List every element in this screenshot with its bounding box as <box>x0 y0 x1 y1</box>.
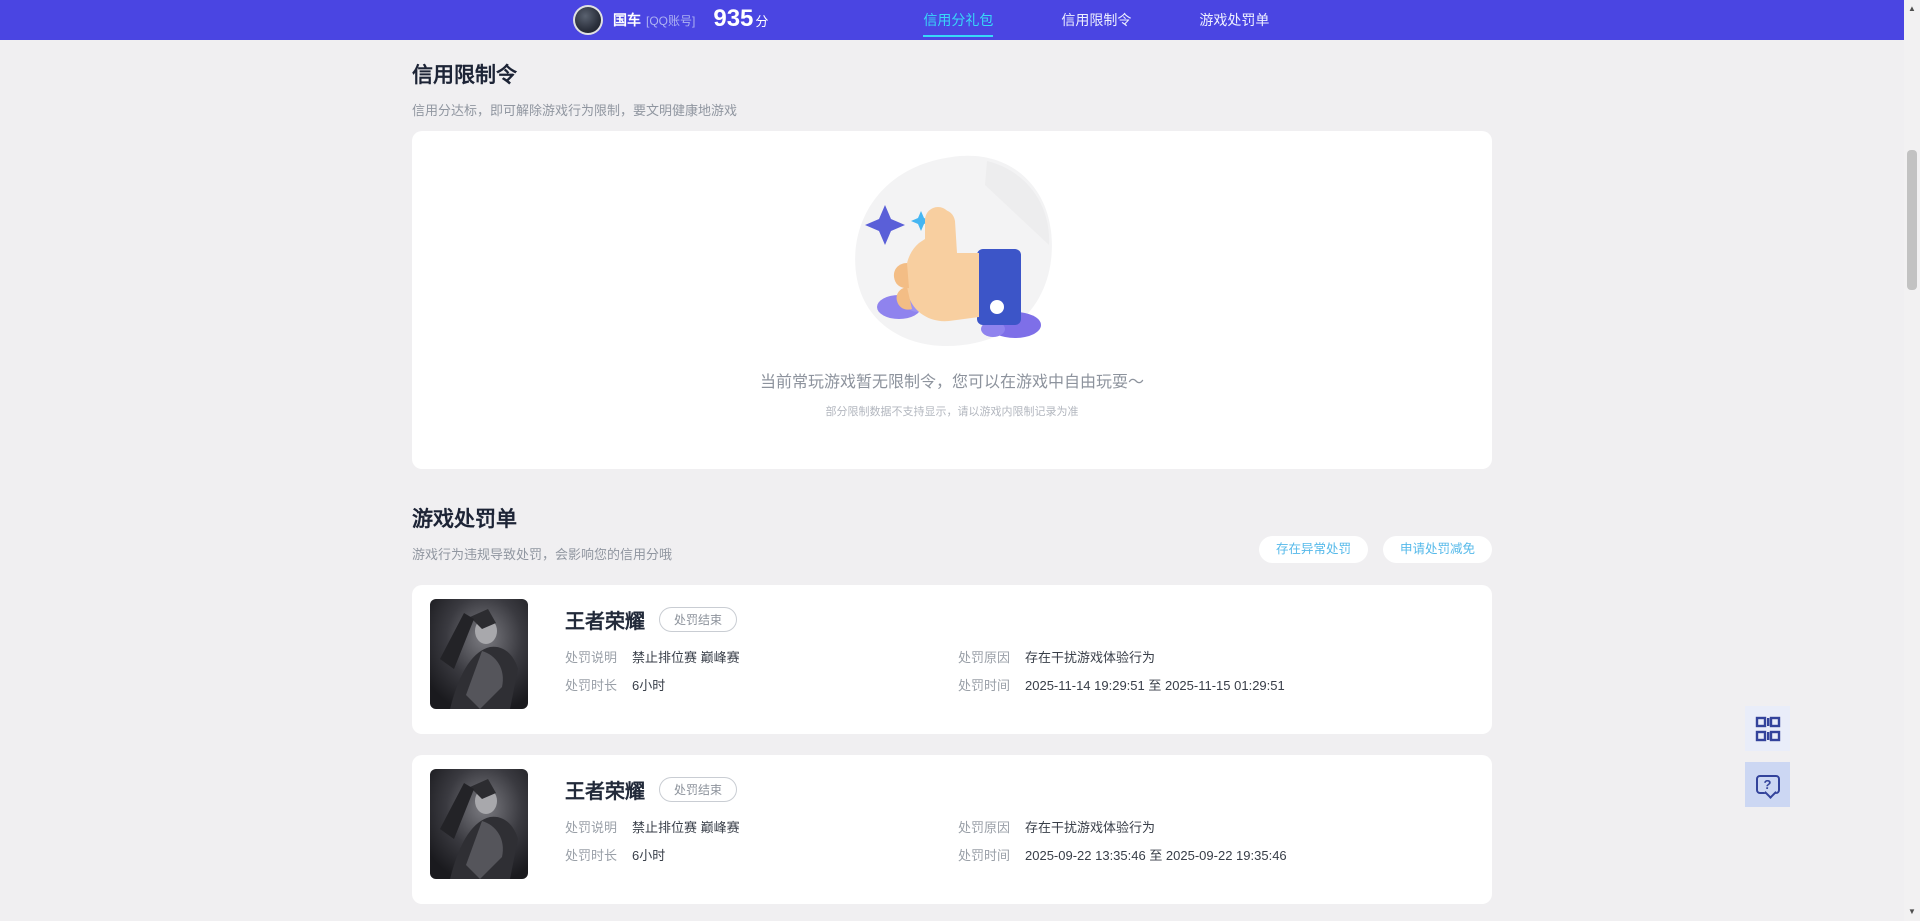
penalty-details: 处罚说明 禁止排位赛 巅峰赛 处罚原因 存在干扰游戏体验行为 处罚时长 6小时 … <box>565 819 1287 865</box>
header-tabs: 信用分礼包 信用限制令 游戏处罚单 <box>923 0 1337 40</box>
detail-label: 处罚时长 <box>565 847 632 865</box>
abnormal-penalty-link[interactable]: 存在异常处罚 <box>1259 536 1368 563</box>
penalty-detail-row: 处罚时长 6小时 <box>565 677 958 695</box>
detail-value: 存在干扰游戏体验行为 <box>1025 649 1155 667</box>
credit-score-value: 935 <box>713 5 753 32</box>
game-thumbnail <box>430 599 528 709</box>
penalty-relief-link[interactable]: 申请处罚减免 <box>1383 536 1492 563</box>
avatar <box>573 5 603 35</box>
penalty-card-body: 王者荣耀 处罚结束 处罚说明 禁止排位赛 巅峰赛 处罚原因 存在干扰游戏体验行为… <box>565 775 1287 904</box>
detail-value: 6小时 <box>632 847 665 865</box>
restriction-section-title: 信用限制令 <box>412 59 517 89</box>
account-type-label: [QQ账号] <box>646 12 695 29</box>
penalty-status-badge: 处罚结束 <box>659 607 737 632</box>
empty-state-message: 当前常玩游戏暂无限制令，您可以在游戏中自由玩耍～ <box>760 368 1144 392</box>
penalty-card: 王者荣耀 处罚结束 处罚说明 禁止排位赛 巅峰赛 处罚原因 存在干扰游戏体验行为… <box>412 755 1492 904</box>
penalty-links: 存在异常处罚 申请处罚减免 <box>412 536 1492 563</box>
game-thumbnail <box>430 769 528 879</box>
credit-score-unit: 分 <box>755 14 768 29</box>
game-name: 王者荣耀 <box>565 775 645 804</box>
penalty-detail-row: 处罚时长 6小时 <box>565 847 958 865</box>
game-name: 王者荣耀 <box>565 605 645 634</box>
page-scrollbar[interactable]: ▲ ▼ <box>1904 0 1920 921</box>
detail-value: 禁止排位赛 巅峰赛 <box>632 649 740 667</box>
detail-label: 处罚时间 <box>958 677 1025 695</box>
detail-label: 处罚时长 <box>565 677 632 695</box>
penalty-detail-row: 处罚说明 禁止排位赛 巅峰赛 <box>565 649 958 667</box>
detail-label: 处罚原因 <box>958 649 1025 667</box>
penalty-status-badge: 处罚结束 <box>659 777 737 802</box>
detail-label: 处罚说明 <box>565 649 632 667</box>
user-name: 国车 <box>613 10 641 30</box>
header: 国车 [QQ账号] 935分 信用分礼包 信用限制令 游戏处罚单 <box>0 0 1904 40</box>
tab-credit-restriction[interactable]: 信用限制令 <box>1061 0 1131 40</box>
penalty-detail-row: 处罚时间 2025-09-22 13:35:46 至 2025-09-22 19… <box>958 847 1287 865</box>
qr-code-icon <box>1755 716 1781 742</box>
feedback-button[interactable]: ? <box>1745 762 1790 807</box>
header-user-block: 国车 [QQ账号] 935分 信用分礼包 信用限制令 游戏处罚单 <box>573 0 1337 42</box>
detail-label: 处罚时间 <box>958 847 1025 865</box>
penalty-card: 王者荣耀 处罚结束 处罚说明 禁止排位赛 巅峰赛 处罚原因 存在干扰游戏体验行为… <box>412 585 1492 734</box>
penalty-detail-row: 处罚原因 存在干扰游戏体验行为 <box>958 649 1285 667</box>
empty-state-note: 部分限制数据不支持显示，请以游戏内限制记录为准 <box>826 403 1079 419</box>
qr-code-button[interactable] <box>1745 706 1790 751</box>
penalty-section-title: 游戏处罚单 <box>412 503 517 533</box>
restriction-section-subtitle: 信用分达标，即可解除游戏行为限制，要文明健康地游戏 <box>412 100 737 119</box>
detail-value: 6小时 <box>632 677 665 695</box>
penalty-detail-row: 处罚时间 2025-11-14 19:29:51 至 2025-11-15 01… <box>958 677 1285 695</box>
detail-value: 2025-09-22 13:35:46 至 2025-09-22 19:35:4… <box>1025 847 1287 865</box>
penalty-detail-row: 处罚说明 禁止排位赛 巅峰赛 <box>565 819 958 837</box>
scroll-up-icon[interactable]: ▲ <box>1904 2 1920 16</box>
penalty-card-body: 王者荣耀 处罚结束 处罚说明 禁止排位赛 巅峰赛 处罚原因 存在干扰游戏体验行为… <box>565 605 1285 734</box>
detail-value: 存在干扰游戏体验行为 <box>1025 819 1155 837</box>
thumbs-up-illustration <box>837 145 1067 360</box>
detail-value: 2025-11-14 19:29:51 至 2025-11-15 01:29:5… <box>1025 677 1285 695</box>
credit-score: 935分 <box>713 0 768 42</box>
detail-label: 处罚原因 <box>958 819 1025 837</box>
scroll-down-icon[interactable]: ▼ <box>1904 905 1920 919</box>
tab-game-penalty[interactable]: 游戏处罚单 <box>1199 0 1269 40</box>
penalty-details: 处罚说明 禁止排位赛 巅峰赛 处罚原因 存在干扰游戏体验行为 处罚时长 6小时 … <box>565 649 1285 695</box>
question-bubble-icon: ? <box>1756 775 1780 794</box>
detail-value: 禁止排位赛 巅峰赛 <box>632 819 740 837</box>
tab-credit-gift[interactable]: 信用分礼包 <box>923 0 993 40</box>
detail-label: 处罚说明 <box>565 819 632 837</box>
question-glyph: ? <box>1764 777 1772 792</box>
penalty-detail-row: 处罚原因 存在干扰游戏体验行为 <box>958 819 1287 837</box>
scrollbar-thumb[interactable] <box>1907 150 1917 290</box>
restriction-empty-card: 当前常玩游戏暂无限制令，您可以在游戏中自由玩耍～ 部分限制数据不支持显示，请以游… <box>412 131 1492 469</box>
